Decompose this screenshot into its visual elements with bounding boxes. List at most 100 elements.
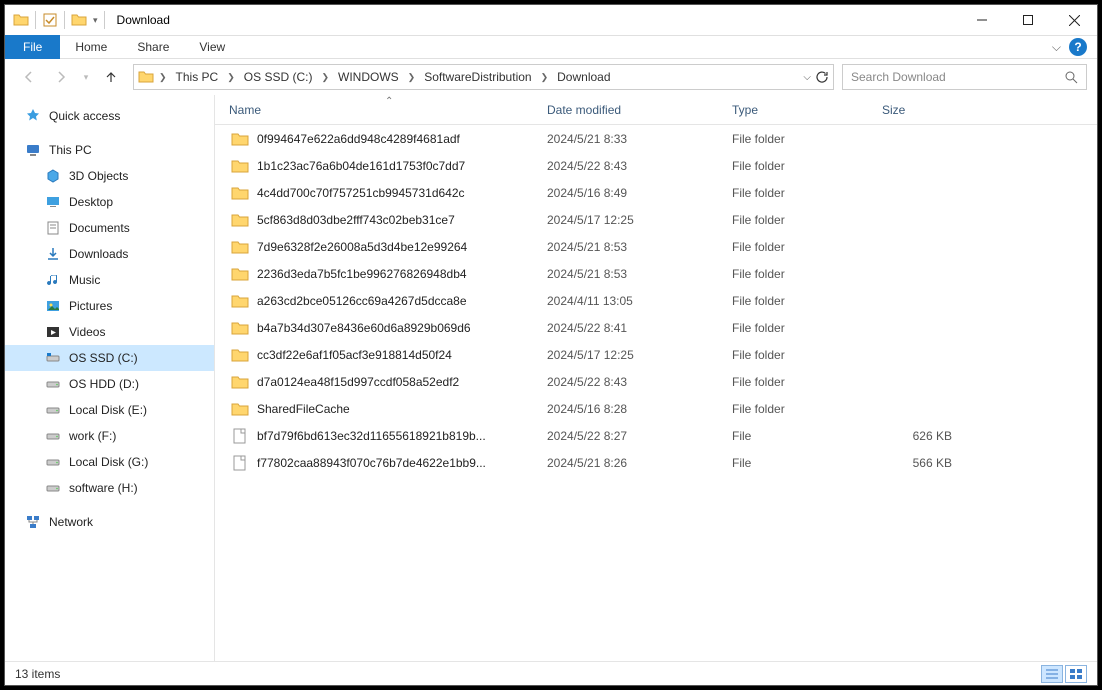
file-row[interactable]: SharedFileCache2024/5/16 8:28File folder [215,395,1097,422]
search-box[interactable] [842,64,1087,90]
sidebar-item[interactable]: Downloads [5,241,214,267]
sidebar-item[interactable]: software (H:) [5,475,214,501]
maximize-button[interactable] [1005,5,1051,35]
crumb-this-pc[interactable]: This PC [172,70,223,84]
separator [104,11,105,29]
file-name: cc3df22e6af1f05acf3e918814d50f24 [257,348,452,362]
chevron-down-icon[interactable]: ⌵ [1052,40,1061,55]
file-name: 0f994647e622a6dd948c4289f4681adf [257,132,460,146]
sidebar-item-label: OS SSD (C:) [69,351,138,365]
cell-date: 2024/5/22 8:27 [537,429,722,443]
sidebar-item[interactable]: OS HDD (D:) [5,371,214,397]
search-icon[interactable] [1064,70,1078,84]
sidebar-item-label: OS HDD (D:) [69,377,139,391]
file-row[interactable]: d7a0124ea48f15d997ccdf058a52edf22024/5/2… [215,368,1097,395]
chevron-right-icon[interactable]: ❯ [224,72,238,83]
sidebar-item[interactable]: Desktop [5,189,214,215]
sidebar-network[interactable]: Network [5,509,214,535]
sidebar-item[interactable]: Music [5,267,214,293]
chevron-right-icon[interactable]: ❯ [538,72,552,83]
minimize-button[interactable] [959,5,1005,35]
sidebar-item-label: Videos [69,325,105,339]
chevron-right-icon[interactable]: ❯ [318,72,332,83]
chevron-right-icon[interactable]: ❯ [405,72,419,83]
drive-icon [45,350,61,366]
item-count: 13 items [15,667,60,681]
sidebar-item[interactable]: Local Disk (G:) [5,449,214,475]
chevron-down-icon[interactable]: ▾ [93,15,98,26]
file-row[interactable]: cc3df22e6af1f05acf3e918814d50f242024/5/1… [215,341,1097,368]
cell-type: File folder [722,132,872,146]
sidebar-item[interactable]: Pictures [5,293,214,319]
sidebar-item-label: Local Disk (G:) [69,455,148,469]
cell-type: File folder [722,294,872,308]
file-row[interactable]: 5cf863d8d03dbe2fff743c02beb31ce72024/5/1… [215,206,1097,233]
file-row[interactable]: f77802caa88943f070c76b7de4622e1bb9...202… [215,449,1097,476]
col-date[interactable]: Date modified [537,95,722,124]
file-name: a263cd2bce05126cc69a4267d5dcca8e [257,294,467,308]
crumb-drive[interactable]: OS SSD (C:) [240,70,317,84]
help-button[interactable]: ? [1069,38,1087,56]
crumb-softdist[interactable]: SoftwareDistribution [420,70,535,84]
checkbox-icon[interactable] [42,12,58,28]
file-row[interactable]: b4a7b34d307e8436e60d6a8929b069d62024/5/2… [215,314,1097,341]
cell-size: 626 KB [872,429,972,443]
col-size[interactable]: Size [872,95,972,124]
icons-view-button[interactable] [1065,665,1087,683]
col-name[interactable]: Name [215,95,537,124]
file-name: d7a0124ea48f15d997ccdf058a52edf2 [257,375,459,389]
cell-type: File [722,429,872,443]
cell-name: b4a7b34d307e8436e60d6a8929b069d6 [215,319,537,337]
file-row[interactable]: a263cd2bce05126cc69a4267d5dcca8e2024/4/1… [215,287,1097,314]
tab-file[interactable]: File [5,35,60,59]
sidebar-item[interactable]: Videos [5,319,214,345]
titlebar: ▾ Download [5,5,1097,35]
sidebar-this-pc[interactable]: This PC [5,137,214,163]
sidebar-item-label: Desktop [69,195,113,209]
sidebar-item[interactable]: OS SSD (C:) [5,345,214,371]
chevron-down-icon[interactable]: ⌵ [803,72,811,83]
file-row[interactable]: bf7d79f6bd613ec32d11655618921b819b...202… [215,422,1097,449]
sidebar-item[interactable]: Local Disk (E:) [5,397,214,423]
cell-date: 2024/5/16 8:28 [537,402,722,416]
file-row[interactable]: 1b1c23ac76a6b04de161d1753f0c7dd72024/5/2… [215,152,1097,179]
file-row[interactable]: 4c4dd700c70f757251cb9945731d642c2024/5/1… [215,179,1097,206]
file-name: b4a7b34d307e8436e60d6a8929b069d6 [257,321,471,335]
sidebar-item[interactable]: work (F:) [5,423,214,449]
file-row[interactable]: 7d9e6328f2e26008a5d3d4be12e992642024/5/2… [215,233,1097,260]
details-view-button[interactable] [1041,665,1063,683]
cell-size: 566 KB [872,456,972,470]
window-controls [959,5,1097,35]
ribbon-tabs: File Home Share View ⌵ ? [5,35,1097,59]
address-bar[interactable]: ❯ This PC ❯ OS SSD (C:) ❯ WINDOWS ❯ Soft… [133,64,834,90]
folder-icon [138,69,154,85]
file-row[interactable]: 0f994647e622a6dd948c4289f4681adf2024/5/2… [215,125,1097,152]
sidebar-label: This PC [49,143,92,157]
drive-icon [45,454,61,470]
chevron-right-icon[interactable]: ❯ [156,72,170,83]
folder-icon [231,238,249,256]
file-row[interactable]: 2236d3eda7b5fc1be996276826948db42024/5/2… [215,260,1097,287]
crumb-windows[interactable]: WINDOWS [334,70,403,84]
back-button[interactable] [15,63,43,91]
col-type[interactable]: Type [722,95,872,124]
refresh-button[interactable] [815,70,829,84]
crumb-download[interactable]: Download [553,70,614,84]
cell-date: 2024/5/21 8:53 [537,267,722,281]
forward-button[interactable] [47,63,75,91]
sidebar-item[interactable]: Documents [5,215,214,241]
close-button[interactable] [1051,5,1097,35]
tab-home[interactable]: Home [60,35,122,59]
tab-view[interactable]: View [184,35,240,59]
file-icon [231,427,249,445]
search-input[interactable] [851,70,1064,84]
cell-type: File folder [722,213,872,227]
recent-dropdown[interactable]: ▾ [79,63,93,91]
up-button[interactable] [97,63,125,91]
cell-type: File folder [722,240,872,254]
body: Quick access This PC 3D Objects Desktop Do… [5,95,1097,661]
sidebar-quick-access[interactable]: Quick access [5,103,214,129]
sidebar-item[interactable]: 3D Objects [5,163,214,189]
tab-share[interactable]: Share [122,35,184,59]
folder-icon [231,346,249,364]
